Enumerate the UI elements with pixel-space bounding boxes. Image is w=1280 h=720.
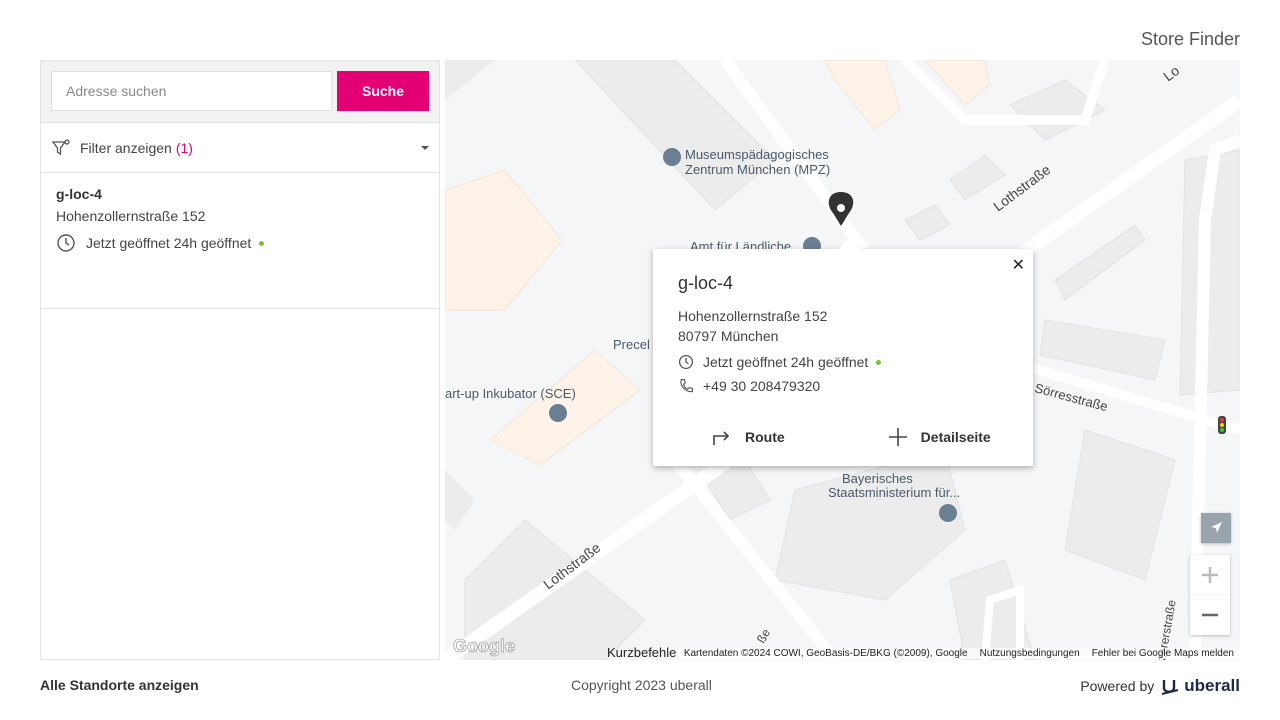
popup-pointer (839, 237, 863, 249)
map-poi-label: Precel (613, 337, 650, 352)
details-button[interactable]: Detailseite (887, 426, 991, 448)
popup-address: Hohenzollernstraße 152 80797 München (678, 306, 1008, 346)
minus-icon (1202, 613, 1218, 617)
map-poi-label: art-up Inkubator (SCE) (445, 386, 576, 401)
map-poi-label: Zentrum München (MPZ) (685, 162, 831, 177)
location-hours: Jetzt geöffnet 24h geöffnet (56, 233, 424, 253)
popup-phone-link[interactable]: +49 30 208479320 (703, 378, 820, 394)
plus-icon (1202, 567, 1218, 583)
map-attribution-bar: Kartendaten ©2024 COWI, GeoBasis-DE/BKG … (677, 646, 1240, 660)
google-logo: Google (453, 636, 516, 657)
map-poi-label: Museumspädagogisches (685, 147, 829, 162)
clock-icon (678, 354, 694, 370)
open-status-dot (876, 359, 882, 365)
uberall-logo: uberall (1160, 676, 1240, 696)
filter-toggle[interactable]: Filter anzeigen (1) (41, 123, 439, 173)
search-bar: Suche (41, 61, 439, 123)
search-input[interactable] (51, 71, 332, 111)
map-poi-label: Bayerisches (842, 471, 913, 486)
details-button-label: Detailseite (920, 429, 991, 445)
plus-icon (888, 428, 907, 446)
chevron-down-icon (421, 146, 429, 150)
popup-hours: Jetzt geöffnet 24h geöffnet (678, 354, 1008, 370)
popup-title: g-loc-4 (678, 273, 734, 293)
my-location-button[interactable] (1201, 513, 1231, 543)
location-street: Hohenzollernstraße 152 (56, 208, 206, 224)
navigation-arrow-icon (1211, 522, 1222, 533)
filter-count-badge: (1) (175, 139, 193, 156)
zoom-in-button[interactable] (1190, 555, 1230, 595)
copyright-text: Copyright 2023 uberall (571, 677, 712, 693)
location-name: g-loc-4 (56, 186, 102, 202)
popup-street: Hohenzollernstraße 152 (678, 308, 828, 324)
open-status-dot (259, 240, 265, 246)
route-button[interactable]: Route (711, 426, 785, 448)
route-button-label: Route (745, 429, 785, 445)
popup-hours-text: Jetzt geöffnet 24h geöffnet (703, 354, 869, 370)
map-attribution: Kartendaten ©2024 COWI, GeoBasis-DE/BKG … (677, 647, 974, 659)
powered-by-label: Powered by (1080, 678, 1155, 694)
filter-label: Filter anzeigen (80, 139, 172, 156)
report-error-link[interactable]: Fehler bei Google Maps melden (1085, 647, 1240, 659)
filter-icon (51, 138, 70, 155)
close-icon[interactable]: ✕ (1012, 255, 1025, 275)
map[interactable]: Museumspädagogisches Zentrum München (MP… (445, 60, 1240, 660)
location-hours-text: Jetzt geöffnet 24h geöffnet (86, 235, 252, 251)
zoom-out-button[interactable] (1190, 595, 1230, 635)
uberall-brand: uberall (1184, 676, 1240, 695)
powered-by[interactable]: Powered by uberall (1080, 676, 1240, 696)
terms-link[interactable]: Nutzungsbedingungen (973, 647, 1086, 659)
popup-phone: +49 30 208479320 (678, 378, 1008, 394)
page-title: Store Finder (1140, 29, 1240, 49)
uberall-logo-icon (1162, 680, 1179, 695)
keyboard-shortcuts-button[interactable]: Kurzbefehle (607, 645, 676, 660)
clock-icon (57, 234, 75, 252)
location-list-panel: Suche Filter anzeigen (1) g-loc-4 Hohenz… (40, 60, 440, 660)
popup-actions: Route Detailseite (653, 426, 1033, 448)
search-button[interactable]: Suche (337, 71, 429, 111)
all-locations-link[interactable]: Alle Standorte anzeigen (40, 677, 199, 693)
phone-icon (680, 379, 693, 393)
popup-city: 80797 München (678, 328, 779, 344)
list-item[interactable]: g-loc-4 Hohenzollernstraße 152 Jetzt geö… (41, 173, 439, 309)
location-info-popup: ✕ g-loc-4 Hohenzollernstraße 152 80797 M… (653, 237, 1033, 466)
map-poi-label: Staatsministerium für... (828, 485, 961, 500)
route-arrow-icon (713, 431, 730, 445)
